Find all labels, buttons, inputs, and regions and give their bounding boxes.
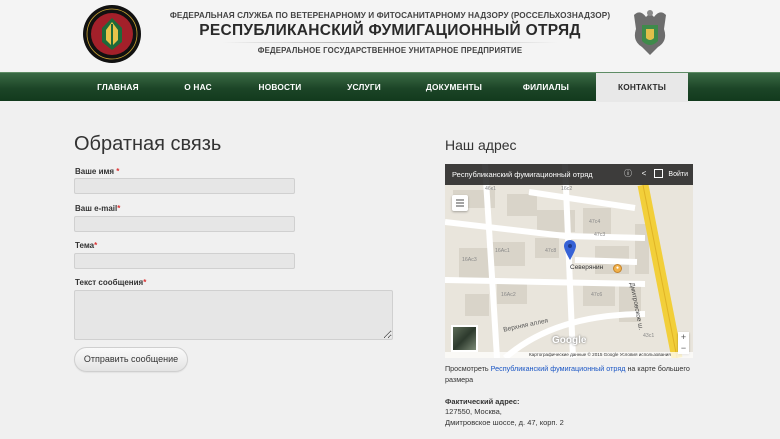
map-title-bar: Республиканский фумигационный отряд ⓘ < … [445, 164, 693, 185]
email-input[interactable] [74, 216, 295, 232]
map-label: 16Ас3 [462, 257, 477, 263]
map-login-link[interactable]: Войти [668, 164, 688, 185]
site-header: ФЕДЕРАЛЬНАЯ СЛУЖБА ПО ВЕТЕРЕНАРНОМУ И ФИ… [0, 0, 780, 72]
map-label: 43с1 [643, 333, 655, 339]
map-label: 16Ас2 [501, 292, 516, 298]
address-title: Наш адрес [445, 137, 517, 153]
map-zoom-control[interactable]: + − [678, 332, 689, 354]
agency-name: ФЕДЕРАЛЬНАЯ СЛУЖБА ПО ВЕТЕРЕНАРНОМУ И ФИ… [169, 11, 611, 20]
submit-button[interactable]: Отправить сообщение [74, 347, 188, 372]
map-pin-icon[interactable] [564, 240, 576, 260]
map-label: 16с2 [561, 186, 573, 192]
email-label: Ваш e-mail* [75, 204, 121, 213]
nav-item-services[interactable]: УСЛУГИ [335, 73, 393, 101]
nav-item-branches[interactable]: ФИЛИАЛЫ [514, 73, 578, 101]
nav-item-home[interactable]: ГЛАВНАЯ [80, 73, 156, 101]
subject-input[interactable] [74, 253, 295, 269]
message-label: Текст сообщения* [75, 278, 147, 287]
map-label: 46к1 [485, 186, 496, 192]
nav-item-about[interactable]: О НАС [170, 73, 226, 101]
google-logo: Google [552, 335, 587, 346]
nav-item-news[interactable]: НОВОСТИ [248, 73, 312, 101]
info-icon[interactable]: ⓘ [623, 169, 633, 179]
required-mark: * [94, 241, 98, 250]
map-attribution: Картографические данные © 2015 Google Ус… [445, 352, 693, 358]
view-larger-map-text: Просмотреть Республиканский фумигационны… [445, 364, 690, 384]
satellite-view-thumbnail[interactable] [451, 325, 478, 352]
name-label: Ваше имя * [75, 167, 120, 176]
map-label: 47с4 [589, 219, 601, 225]
view-larger-map-link[interactable]: Республиканский фумигационный отряд [491, 364, 626, 373]
coat-of-arms-icon [634, 10, 666, 55]
required-mark: * [117, 204, 121, 213]
share-icon[interactable]: < [639, 169, 649, 179]
nav-item-contacts[interactable]: КОНТАКТЫ [596, 73, 688, 102]
embedded-map[interactable]: 16с2 47с4 47с3 16Ас3 16Ас1 47с6 43с1 16А… [445, 164, 693, 358]
rosselkhoznadzor-logo[interactable] [82, 4, 142, 64]
main-navigation: ГЛАВНАЯ О НАС НОВОСТИ УСЛУГИ ДОКУМЕНТЫ Ф… [0, 72, 780, 102]
map-place-marker-icon: ● [613, 264, 622, 273]
site-subtitle: ФЕДЕРАЛЬНОЕ ГОСУДАРСТВЕННОЕ УНИТАРНОЕ ПР… [257, 46, 523, 55]
map-label: 47с3 [594, 232, 606, 238]
nav-item-documents[interactable]: ДОКУМЕНТЫ [416, 73, 492, 101]
map-label: 47с6 [591, 292, 603, 298]
site-title: РЕСПУБЛИКАНСКИЙ ФУМИГАЦИОННЫЙ ОТРЯД [199, 22, 581, 39]
map-label: 16Ас1 [495, 248, 510, 254]
required-mark: * [143, 278, 147, 287]
subject-label: Тема* [75, 241, 98, 250]
message-textarea[interactable] [74, 290, 393, 340]
map-streets [445, 164, 693, 358]
fullscreen-icon[interactable] [654, 169, 663, 178]
map-list-icon[interactable] [452, 195, 468, 211]
map-label: 47с8 [545, 248, 557, 254]
map-title[interactable]: Республиканский фумигационный отряд [452, 164, 593, 185]
header-divider [222, 42, 558, 43]
actual-address-label: Фактический адрес: [445, 397, 520, 406]
address-line-1: 127550, Москва, [445, 407, 502, 416]
required-mark: * [114, 167, 120, 176]
map-place-label: Северянин [570, 264, 604, 271]
name-input[interactable] [74, 178, 295, 194]
page-title: Обратная связь [74, 133, 222, 155]
address-line-2: Дмитровское шоссе, д. 47, корп. 2 [445, 418, 564, 427]
